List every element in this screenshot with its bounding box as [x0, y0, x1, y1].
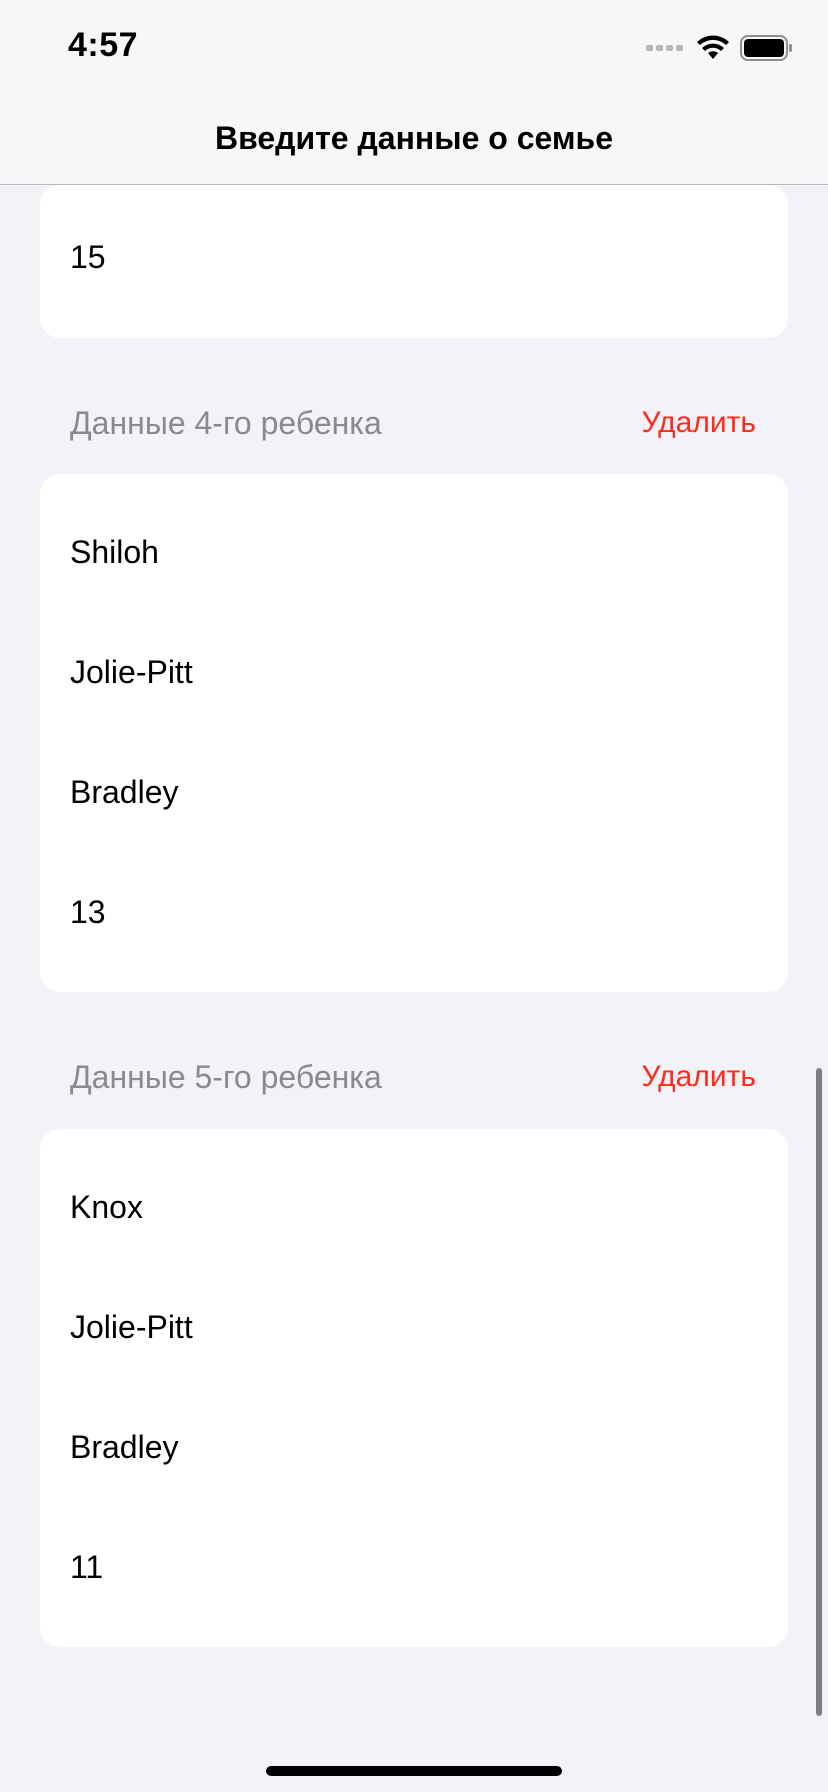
- delete-child-5-button[interactable]: Удалить: [641, 1060, 756, 1094]
- age-field[interactable]: 13: [70, 894, 106, 931]
- scroll-indicator[interactable]: [816, 1068, 822, 1716]
- home-indicator[interactable]: [266, 1766, 562, 1776]
- first-name-field[interactable]: Knox: [70, 1189, 143, 1226]
- child-3-card: 15: [40, 185, 788, 338]
- status-bar: 4:57: [0, 0, 828, 96]
- last-name-field[interactable]: Jolie-Pitt: [70, 654, 193, 691]
- child-5-card: Knox Jolie-Pitt Bradley 11: [40, 1129, 788, 1647]
- last-name-field[interactable]: Jolie-Pitt: [70, 1309, 193, 1346]
- page-title: Введите данные о семье: [214, 120, 614, 156]
- status-icons: [646, 34, 794, 66]
- middle-name-field[interactable]: Bradley: [70, 774, 179, 811]
- age-field[interactable]: 11: [70, 1549, 103, 1586]
- child-4-header: Данные 4-го ребенка: [70, 405, 382, 441]
- child-4-card: Shiloh Jolie-Pitt Bradley 13: [40, 474, 788, 992]
- wifi-icon: [696, 35, 730, 66]
- status-time: 4:57: [68, 26, 139, 64]
- signal-icon: [646, 41, 686, 59]
- navigation-bar: Введите данные о семье: [0, 96, 828, 185]
- battery-icon: [740, 34, 794, 66]
- child-5-header: Данные 5-го ребенка: [70, 1059, 382, 1095]
- age-field[interactable]: 15: [70, 239, 106, 276]
- middle-name-field[interactable]: Bradley: [70, 1429, 179, 1466]
- delete-child-4-button[interactable]: Удалить: [641, 406, 756, 440]
- first-name-field[interactable]: Shiloh: [70, 534, 159, 571]
